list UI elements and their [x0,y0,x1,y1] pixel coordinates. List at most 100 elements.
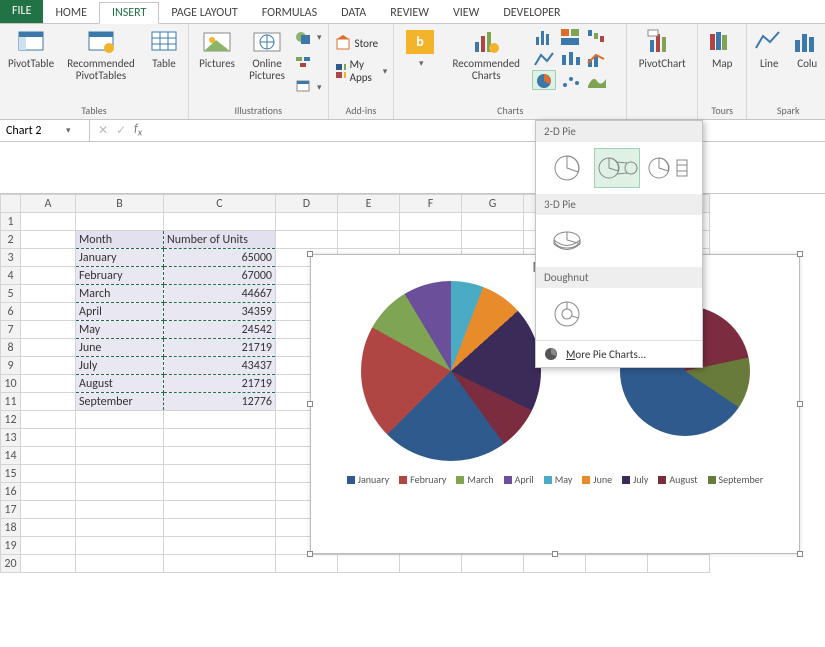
legend-item[interactable]: January [347,473,389,486]
resize-handle[interactable] [552,551,558,557]
resize-handle[interactable] [307,551,313,557]
tab-developer[interactable]: DEVELOPER [491,3,572,23]
main-pie[interactable] [361,281,541,461]
legend-item[interactable]: May [544,473,573,486]
hierarchy-chart-button[interactable] [558,26,582,46]
bing-maps-button[interactable]: b ▾ [400,26,440,72]
cell-C5[interactable]: 44667 [164,285,276,303]
pivotchart-button[interactable]: PivotChart [633,26,691,72]
surface-chart-button[interactable] [584,70,608,90]
resize-handle[interactable] [797,401,803,407]
tab-data[interactable]: DATA [329,3,378,23]
screenshot-button[interactable]: ▾ [295,76,322,98]
cell-C8[interactable]: 21719 [164,339,276,357]
legend-item[interactable]: June [582,473,612,486]
row-header[interactable]: 14 [1,447,21,465]
legend-item[interactable]: April [504,473,534,486]
row-header[interactable]: 16 [1,483,21,501]
resize-handle[interactable] [797,251,803,257]
col-header-D[interactable]: D [276,195,338,213]
formula-input[interactable] [150,120,825,141]
tab-formulas[interactable]: FORMULAS [250,3,329,23]
cell-B6[interactable]: April [76,303,164,321]
more-pie-charts-button[interactable]: MMore Pie Charts...ore Pie Charts... [536,340,702,367]
row-header[interactable]: 6 [1,303,21,321]
pictures-button[interactable]: Pictures [195,26,239,72]
row-header[interactable]: 7 [1,321,21,339]
tab-home[interactable]: HOME [43,3,99,23]
name-box-input[interactable] [4,123,64,139]
select-all-corner[interactable] [1,195,21,213]
row-header[interactable]: 8 [1,339,21,357]
row-header[interactable]: 17 [1,501,21,519]
col-header-F[interactable]: F [400,195,462,213]
row-header[interactable]: 5 [1,285,21,303]
cell-C6[interactable]: 34359 [164,303,276,321]
sparkline-line-button[interactable]: Line [753,26,785,72]
pie-of-pie-option[interactable] [594,148,640,188]
row-header[interactable]: 18 [1,519,21,537]
cell-C9[interactable]: 43437 [164,357,276,375]
legend-item[interactable]: February [399,473,446,486]
statistic-chart-button[interactable] [558,48,582,68]
table-button[interactable]: Table [146,26,182,72]
cell-B5[interactable]: March [76,285,164,303]
cell-B10[interactable]: August [76,375,164,393]
cell-C10[interactable]: 21719 [164,375,276,393]
legend-item[interactable]: March [456,473,493,486]
cell-B3[interactable]: January [76,249,164,267]
pivottable-button[interactable]: PivotTable [6,26,56,72]
tab-view[interactable]: VIEW [441,3,491,23]
legend-item[interactable]: July [622,473,648,486]
legend-item[interactable]: August [658,473,697,486]
pie-3d-option[interactable] [544,221,590,261]
map-button[interactable]: Map [704,26,740,72]
cell-C11[interactable]: 12776 [164,393,276,411]
col-header-E[interactable]: E [338,195,400,213]
fx-icon[interactable]: fx [134,122,142,138]
row-header[interactable]: 20 [1,555,21,573]
tab-insert[interactable]: INSERT [99,2,159,24]
online-pictures-button[interactable]: Online Pictures [245,26,289,84]
cell-C4[interactable]: 67000 [164,267,276,285]
legend-item[interactable]: September [708,473,764,486]
pie-chart-button[interactable] [532,70,556,90]
cell-B8[interactable]: June [76,339,164,357]
bar-of-pie-option[interactable] [644,148,690,188]
combo-chart-button[interactable] [584,48,608,68]
smartart-button[interactable] [295,51,322,73]
row-header[interactable]: 1 [1,213,21,231]
cell-B11[interactable]: September [76,393,164,411]
scatter-chart-button[interactable] [558,70,582,90]
cell-C7[interactable]: 24542 [164,321,276,339]
line-chart-button[interactable] [532,48,556,68]
row-header[interactable]: 19 [1,537,21,555]
cell-B9[interactable]: July [76,357,164,375]
col-header-C[interactable]: C [164,195,276,213]
chart-legend[interactable]: January February March April May June July Augu… [311,461,799,486]
recommended-charts-button[interactable]: Recommended Charts [446,26,526,84]
cell-C3[interactable]: 65000 [164,249,276,267]
enter-formula-icon[interactable]: ✓ [116,123,126,138]
row-header[interactable]: 13 [1,429,21,447]
row-header[interactable]: 3 [1,249,21,267]
row-header[interactable]: 11 [1,393,21,411]
resize-handle[interactable] [307,251,313,257]
column-chart-button[interactable] [532,26,556,46]
myapps-button[interactable]: My Apps▾ [335,60,388,82]
waterfall-chart-button[interactable] [584,26,608,46]
recommended-pivottables-button[interactable]: Recommended PivotTables [62,26,140,84]
tab-file[interactable]: FILE [0,0,43,23]
col-header-B[interactable]: B [76,195,164,213]
row-header[interactable]: 9 [1,357,21,375]
row-header[interactable]: 10 [1,375,21,393]
name-box[interactable]: ▾ [0,120,90,141]
row-header[interactable]: 12 [1,411,21,429]
shapes-button[interactable]: ▾ [295,26,322,48]
resize-handle[interactable] [307,401,313,407]
row-header[interactable]: 4 [1,267,21,285]
resize-handle[interactable] [797,551,803,557]
tab-page-layout[interactable]: PAGE LAYOUT [159,3,249,23]
cancel-formula-icon[interactable]: ✕ [98,123,108,138]
cell-B7[interactable]: May [76,321,164,339]
